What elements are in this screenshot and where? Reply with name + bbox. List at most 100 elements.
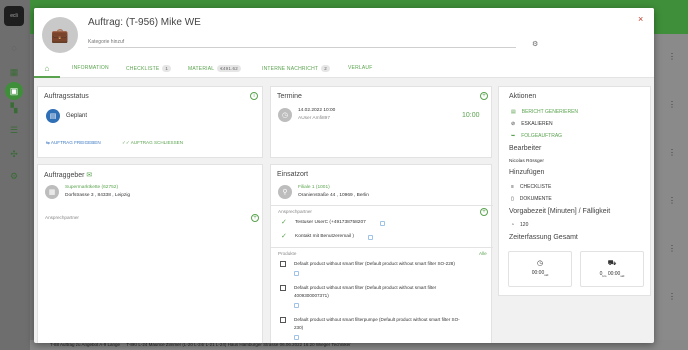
checkliste-label: CHECKLISTE bbox=[519, 184, 552, 190]
add-contact-icon[interactable]: + bbox=[251, 214, 259, 222]
tab-label: INFORMATION bbox=[72, 65, 109, 71]
contact-item: Kontakt mit Benutzeremail ) bbox=[295, 234, 354, 239]
settings-icon[interactable]: ⚙ bbox=[8, 170, 20, 182]
product-label: Default product without smart filter (De… bbox=[294, 261, 455, 266]
row-menu-icon[interactable]: ⋮ bbox=[668, 292, 676, 301]
row-menu-icon[interactable]: ⋮ bbox=[668, 100, 676, 109]
car-icon: ⛟ bbox=[607, 260, 617, 267]
eskalieren-label: ESKALIEREN bbox=[521, 121, 553, 127]
zeiterfassung-title: Zeiterfassung Gesamt bbox=[509, 234, 578, 241]
tab-label: VERLAUF bbox=[348, 65, 373, 71]
product-checkbox[interactable] bbox=[280, 317, 286, 323]
category-input[interactable] bbox=[88, 36, 516, 48]
row-menu-icon[interactable]: ⋮ bbox=[668, 52, 676, 61]
alert-icon: ⊘ bbox=[511, 121, 516, 127]
bearbeiter-title: Bearbeiter bbox=[509, 145, 542, 152]
tab-badge: €491.62 bbox=[217, 65, 241, 72]
time-tracking-box[interactable]: ◷ 00:00std bbox=[508, 251, 572, 287]
edit-icon[interactable] bbox=[294, 335, 299, 340]
time-total-value: 00:00 bbox=[531, 270, 545, 276]
orders-icon[interactable]: ▣ bbox=[5, 82, 23, 100]
filters-icon[interactable]: ☰ bbox=[8, 124, 20, 136]
time-total: 00:00std bbox=[509, 270, 571, 277]
row-menu-icon[interactable]: ⋮ bbox=[668, 244, 676, 253]
vorgabezeit-value[interactable]: ◔ 120 bbox=[511, 222, 528, 228]
close-icon[interactable]: × bbox=[638, 14, 643, 24]
tab-bar: ⌂ INFORMATION CHECKLISTE 1 MATERIAL €491.6… bbox=[34, 60, 654, 78]
edit-icon[interactable] bbox=[294, 303, 299, 308]
edit-icon[interactable] bbox=[294, 271, 299, 276]
divider bbox=[271, 205, 493, 206]
vorgabezeit-label: 120 bbox=[520, 222, 529, 228]
tab-home[interactable]: ⌂ bbox=[34, 60, 60, 78]
add-contact-icon[interactable]: + bbox=[480, 208, 488, 216]
freigeben-button[interactable]: ⇆ AUFTRAG FREIGEBEN bbox=[46, 140, 101, 146]
produkte-label: Produkte bbox=[278, 251, 297, 256]
row-menu-icon[interactable]: ⋮ bbox=[668, 148, 676, 157]
edit-icon[interactable] bbox=[368, 235, 373, 240]
product-checkbox[interactable] bbox=[280, 261, 286, 267]
product-label-cont: 230) bbox=[294, 325, 304, 330]
dokumente-label: DOKUMENTE bbox=[519, 196, 552, 202]
eskalieren-button[interactable]: ⊘ ESKALIEREN bbox=[511, 121, 553, 127]
product-checkbox[interactable] bbox=[280, 285, 286, 291]
calendar-icon[interactable]: ▦ bbox=[8, 66, 20, 78]
tab-interne-nachricht[interactable]: INTERNE NACHRICHT 2 bbox=[262, 65, 330, 72]
document-icon: ▤ bbox=[511, 109, 516, 115]
einsatzort-card: Einsatzort ⚲ Filiale 1 (1001) Oranienstr… bbox=[270, 164, 493, 343]
tab-checkliste[interactable]: CHECKLISTE 1 bbox=[126, 65, 172, 72]
file-icon: ▯ bbox=[511, 196, 514, 202]
customer-name[interactable]: Supermarktkette (62752) bbox=[65, 185, 118, 190]
vorgabezeit-title: Vorgabezeit [Minuten] / Fälligkeit bbox=[509, 208, 611, 215]
app-logo: ecli bbox=[4, 6, 24, 26]
aktionen-title: Aktionen bbox=[509, 93, 537, 100]
alle-link[interactable]: Alle bbox=[479, 251, 487, 256]
add-checkliste-button[interactable]: ≡ CHECKLISTE bbox=[511, 184, 551, 190]
add-termin-icon[interactable]: + bbox=[480, 92, 488, 100]
calendar-status-icon: ▤ bbox=[46, 109, 60, 123]
card-title: Auftragsstatus bbox=[44, 93, 89, 100]
loading-icon: ◌ bbox=[11, 43, 17, 53]
tab-verlauf[interactable]: VERLAUF bbox=[348, 65, 372, 71]
bearbeiter-name[interactable]: Nicolas Rössger bbox=[509, 159, 544, 164]
home-icon: ⌂ bbox=[44, 63, 50, 73]
tab-badge: 2 bbox=[321, 65, 330, 72]
tab-information[interactable]: INFORMATION bbox=[72, 65, 109, 71]
app-list-column bbox=[654, 34, 688, 350]
add-dokumente-button[interactable]: ▯ DOKUMENTE bbox=[511, 196, 552, 202]
tab-label: INTERNE NACHRICHT bbox=[262, 65, 319, 72]
mail-icon[interactable]: ✉ bbox=[84, 172, 92, 179]
forward-icon: ➥ bbox=[511, 133, 516, 139]
info-icon[interactable]: i bbox=[250, 92, 258, 100]
travel-tracking-box[interactable]: ⛟ 0km 00:00std bbox=[580, 251, 644, 287]
tab-badge: 1 bbox=[162, 65, 172, 72]
tree-icon[interactable]: ✣ bbox=[8, 148, 20, 160]
briefcase-icon[interactable]: 💼 bbox=[42, 17, 78, 53]
site-address: Oranienstraße 44 , 10969 , Berlin bbox=[298, 193, 369, 198]
site-name[interactable]: Filiale 1 (1001) bbox=[298, 185, 330, 190]
auftragsstatus-card: Auftragsstatus i ▤ Geplant ⇆ AUFTRAG FRE… bbox=[37, 86, 263, 158]
folgeauftrag-button[interactable]: ➥ FOLGEAUFTRAG bbox=[511, 133, 562, 139]
customer-address: Dorfstrasse 3 , 84338 , Leipzig bbox=[65, 193, 131, 198]
travel-time-value: 00:00 bbox=[607, 271, 621, 277]
double-check-icon: ✓✓ bbox=[122, 140, 131, 145]
location-icon: ⚲ bbox=[278, 185, 292, 199]
ansprechpartner-label: Ansprechpartner bbox=[278, 209, 312, 214]
ansprechpartner-label: Ansprechpartner bbox=[45, 215, 79, 220]
edit-icon[interactable] bbox=[380, 221, 385, 226]
auftraggeber-title: Auftraggeber bbox=[44, 172, 85, 179]
card-title: Einsatzort bbox=[277, 171, 309, 178]
tab-material[interactable]: MATERIAL €491.62 bbox=[188, 65, 241, 72]
folgeauftrag-label: FOLGEAUFTRAG bbox=[521, 133, 563, 139]
dashboard-icon[interactable]: ▚ bbox=[8, 102, 20, 114]
row-menu-icon[interactable]: ⋮ bbox=[668, 196, 676, 205]
gear-icon[interactable]: ⚙ bbox=[532, 40, 538, 48]
timer-icon: ◔ bbox=[511, 222, 515, 228]
time-total-unit: std bbox=[544, 273, 549, 277]
bericht-button[interactable]: ▤ BERICHT GENERIEREN bbox=[511, 109, 578, 115]
app-sidebar: ecli ◌ ▦ ▣ ▚ ☰ ✣ ⚙ bbox=[0, 0, 30, 350]
schliessen-button[interactable]: ✓✓ AUFTRAG SCHLIESSEN bbox=[122, 140, 183, 146]
schliessen-label: AUFTRAG SCHLIESSEN bbox=[130, 140, 184, 145]
travel-time-unit: std bbox=[620, 274, 625, 278]
status-label: Geplant bbox=[66, 113, 88, 119]
